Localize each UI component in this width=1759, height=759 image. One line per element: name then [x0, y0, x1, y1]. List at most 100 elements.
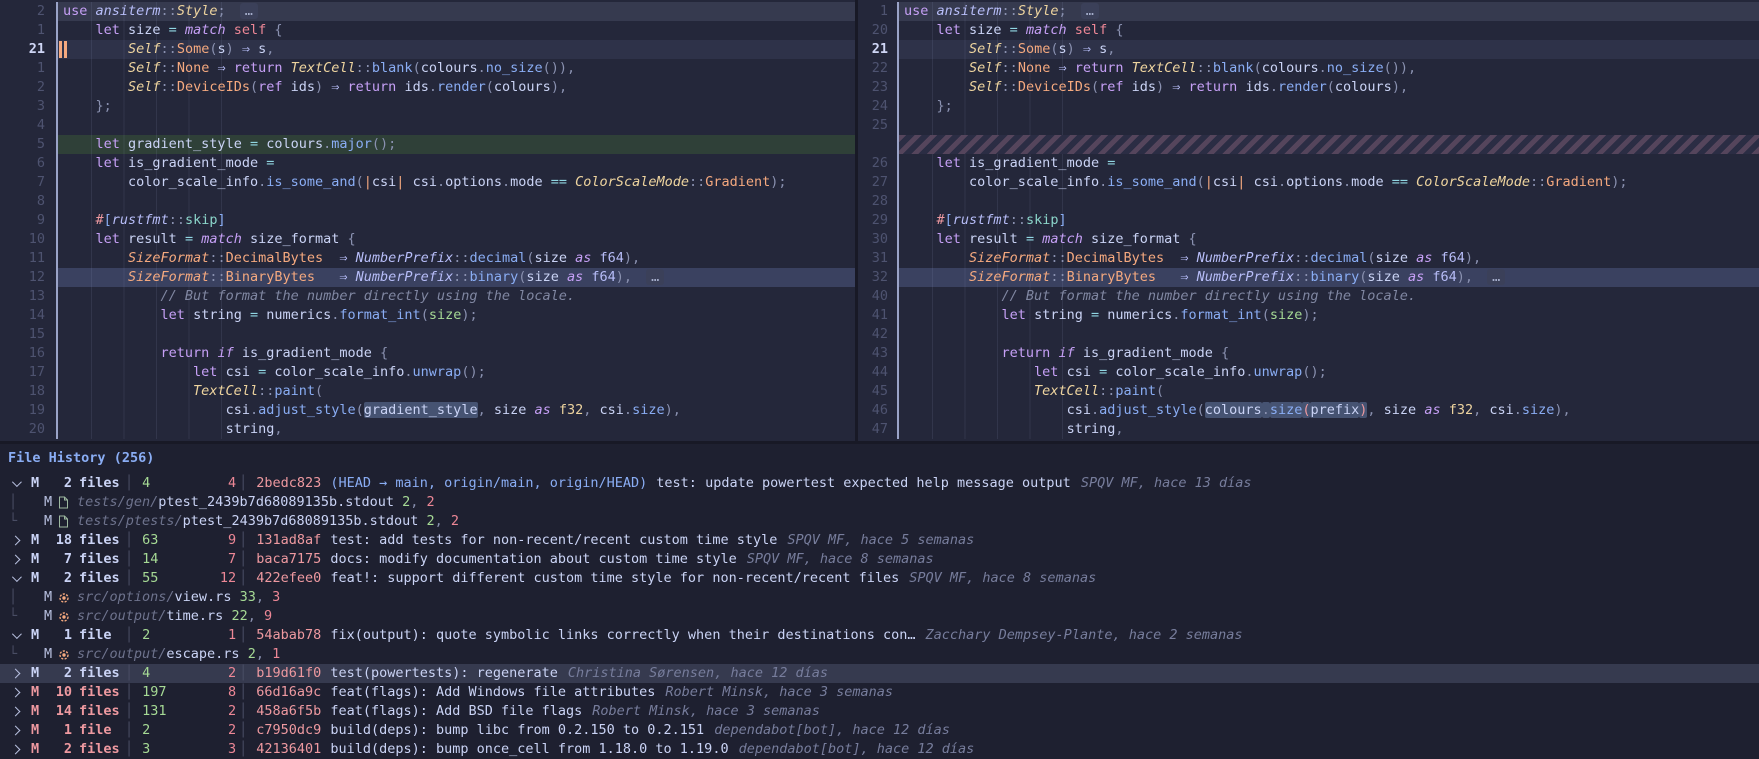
code-line[interactable]: 10 let result = match size_format { [0, 230, 855, 249]
code-line[interactable]: 16 return if is_gradient_mode { [0, 344, 855, 363]
file-row[interactable]: │Msrc/options/view.rs 33, 3 [0, 588, 1759, 607]
code-line[interactable]: 46 csi.adjust_style(colours.size(prefix)… [858, 401, 1759, 420]
code-line[interactable]: 27 color_scale_info.is_some_and(|csi| cs… [858, 173, 1759, 192]
file-count-label: file [79, 721, 122, 740]
token: ( [1156, 383, 1164, 399]
code-line[interactable]: 1use ansiterm::Style; … [858, 2, 1759, 21]
code-line[interactable]: 9 #[rustfmt::skip] [0, 211, 855, 230]
code-line[interactable]: 4 [0, 116, 855, 135]
file-row[interactable]: └Msrc/output/escape.rs 2, 1 [0, 645, 1759, 664]
deletions-count: 9 [264, 607, 272, 626]
code-line[interactable]: 1 Self::None ⇒ return TextCell::blank(co… [0, 59, 855, 78]
commit-row[interactable]: M1file│22│c7950dc9build(deps): bump libc… [0, 721, 1759, 740]
code-line[interactable]: 7 color_scale_info.is_some_and(|csi| csi… [0, 173, 855, 192]
token: paint [274, 383, 315, 399]
code-text: let gradient_style = colours.major(); [58, 135, 855, 154]
fold-marker[interactable]: … [1487, 269, 1505, 285]
code-line[interactable]: 17 let csi = color_scale_info.unwrap(); [0, 363, 855, 382]
code-line[interactable]: 12 SizeFormat::BinaryBytes ⇒ NumberPrefi… [0, 268, 855, 287]
chevron-down-icon[interactable] [9, 632, 22, 639]
code-line[interactable]: 29 #[rustfmt::skip] [858, 211, 1759, 230]
code-line[interactable] [858, 135, 1759, 154]
code-line[interactable]: 2 Self::DeviceIDs(ref ids) ⇒ return ids.… [0, 78, 855, 97]
chevron-right-icon[interactable] [9, 708, 22, 715]
code-line[interactable]: 8 [0, 192, 855, 211]
code-line[interactable]: 21 Self::Some(s) ⇒ s, [858, 40, 1759, 59]
commit-row[interactable]: M7files│147│baca7175docs: modify documen… [0, 550, 1759, 569]
token: None [1018, 60, 1059, 76]
chevron-right-icon[interactable] [9, 689, 22, 696]
token: Style [1018, 3, 1059, 19]
diff-pane-old[interactable]: 2use ansiterm::Style; …1 let size = matc… [0, 0, 855, 441]
commit-row[interactable]: M2files│33│42136401build(deps): bump onc… [0, 740, 1759, 759]
chevron-right-icon[interactable] [9, 556, 22, 563]
code-line[interactable]: 2use ansiterm::Style; … [0, 2, 855, 21]
code-line[interactable]: 24 }; [858, 97, 1759, 116]
fold-marker[interactable]: … [1081, 3, 1099, 19]
code-line[interactable]: 47 string, [858, 420, 1759, 439]
fold-marker[interactable]: … [646, 269, 664, 285]
token [63, 231, 96, 247]
token: no_size [486, 60, 543, 76]
token: ( [1197, 174, 1205, 190]
commit-message: build(deps): bump libc from 0.2.150 to 0… [330, 721, 704, 740]
file-row[interactable]: └Mtests/ptests/ptest_2439b7d68089135b.st… [0, 512, 1759, 531]
token: f64 [591, 269, 615, 285]
code-line[interactable]: 23 Self::DeviceIDs(ref ids) ⇒ return ids… [858, 78, 1759, 97]
code-line[interactable]: 28 [858, 192, 1759, 211]
gutter-gap [888, 21, 897, 40]
code-line[interactable]: 22 Self::None ⇒ return TextCell::blank(c… [858, 59, 1759, 78]
fold-marker[interactable]: … [240, 3, 258, 19]
code-line[interactable]: 26 let is_gradient_mode = [858, 154, 1759, 173]
line-number: 16 [0, 344, 45, 363]
token: == [1392, 174, 1416, 190]
token: ⇒ [331, 79, 347, 95]
code-line[interactable]: 11 SizeFormat::DecimalBytes ⇒ NumberPref… [0, 249, 855, 268]
code-line[interactable]: 14 let string = numerics.format_int(size… [0, 306, 855, 325]
code-line[interactable]: 19 csi.adjust_style(gradient_style, size… [0, 401, 855, 420]
code-line[interactable]: 40 // But format the number directly usi… [858, 287, 1759, 306]
code-line[interactable]: 3 }; [0, 97, 855, 116]
code-line[interactable]: 5 let gradient_style = colours.major(); [0, 135, 855, 154]
file-count-label: files [79, 531, 122, 550]
commit-row[interactable]: M1file│21│54abab78fix(output): quote sym… [0, 626, 1759, 645]
code-line[interactable]: 21 Self::Some(s) ⇒ s, [0, 40, 855, 59]
chevron-right-icon[interactable] [9, 727, 22, 734]
code-line[interactable]: 15 [0, 325, 855, 344]
code-line[interactable]: 6 let is_gradient_mode = [0, 154, 855, 173]
commit-row[interactable]: M2files│5512│422efee0feat!: support diff… [0, 569, 1759, 588]
code-line[interactable]: 25 [858, 116, 1759, 135]
commit-row[interactable]: M10files│1978│66d16a9cfeat(flags): Add W… [0, 683, 1759, 702]
code-line[interactable]: 44 let csi = color_scale_info.unwrap(); [858, 363, 1759, 382]
code-line[interactable]: 41 let string = numerics.format_int(size… [858, 306, 1759, 325]
code-text: Self::DeviceIDs(ref ids) ⇒ return ids.re… [58, 78, 855, 97]
comma: , [256, 645, 272, 664]
commit-row[interactable]: M14files│1312│458a6f5bfeat(flags): Add B… [0, 702, 1759, 721]
token: SizeFormat [969, 269, 1050, 285]
code-line[interactable]: 43 return if is_gradient_mode { [858, 344, 1759, 363]
chevron-right-icon[interactable] [9, 746, 22, 753]
chevron-right-icon[interactable] [9, 537, 22, 544]
code-line[interactable]: 13 // But format the number directly usi… [0, 287, 855, 306]
token: . [404, 364, 412, 380]
commit-row[interactable]: M18files│639│131ad8aftest: add tests for… [0, 531, 1759, 550]
chevron-down-icon[interactable] [9, 575, 22, 582]
commit-row[interactable]: M2files│44│2bedc823(HEAD → main, origin/… [0, 474, 1759, 493]
chevron-right-icon[interactable] [9, 670, 22, 677]
code-line[interactable]: 31 SizeFormat::DecimalBytes ⇒ NumberPref… [858, 249, 1759, 268]
file-row[interactable]: │Mtests/gen/ptest_2439b7d68089135b.stdou… [0, 493, 1759, 512]
file-row[interactable]: └Msrc/output/time.rs 22, 9 [0, 607, 1759, 626]
code-line[interactable]: 32 SizeFormat::BinaryBytes ⇒ NumberPrefi… [858, 268, 1759, 287]
code-line[interactable]: 45 TextCell::paint( [858, 382, 1759, 401]
chevron-down-icon[interactable] [9, 480, 22, 487]
commit-row[interactable]: M2files│42│b19d61f0test(powertests): reg… [0, 664, 1759, 683]
code-line[interactable]: 30 let result = match size_format { [858, 230, 1759, 249]
code-line[interactable]: 20 let size = match self { [858, 21, 1759, 40]
code-line[interactable]: 20 string, [0, 420, 855, 439]
diff-pane-new[interactable]: 1use ansiterm::Style; …20 let size = mat… [858, 0, 1759, 441]
code-line[interactable]: 42 [858, 325, 1759, 344]
code-line[interactable]: 1 let size = match self { [0, 21, 855, 40]
code-line[interactable]: 18 TextCell::paint( [0, 382, 855, 401]
code-text [58, 192, 855, 211]
code-text: SizeFormat::BinaryBytes ⇒ NumberPrefix::… [899, 268, 1759, 287]
